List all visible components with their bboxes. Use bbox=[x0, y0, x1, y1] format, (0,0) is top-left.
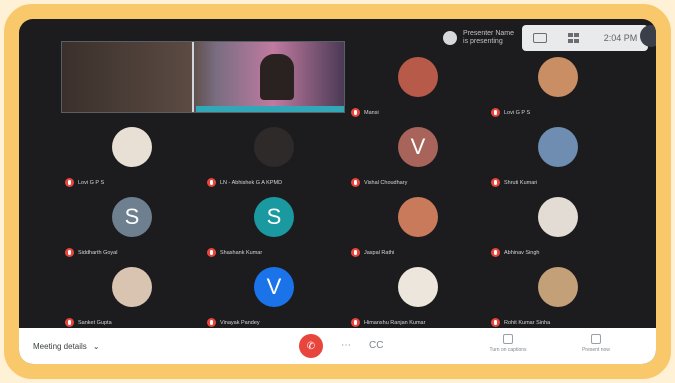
participant-nameplate: Shruti Kumari bbox=[491, 178, 537, 187]
participant-tile[interactable]: V Vishal Choudhary bbox=[347, 119, 489, 191]
mic-off-icon bbox=[207, 318, 216, 327]
participant-nameplate: Abhinav Singh bbox=[491, 248, 539, 257]
present-now-label: Present now bbox=[582, 347, 610, 353]
participant-name: Rohit Kumar Sinha bbox=[504, 319, 551, 326]
participant-nameplate: Himanshu Ranjan Kumar bbox=[351, 318, 425, 327]
participant-avatar bbox=[254, 127, 294, 167]
participant-nameplate: Vinayak Pandey bbox=[207, 318, 260, 327]
phone-icon: ✆ bbox=[306, 340, 316, 352]
mic-off-icon bbox=[65, 318, 74, 327]
mic-off-icon bbox=[351, 108, 360, 117]
mic-off-icon bbox=[207, 178, 216, 187]
participant-name: Mansi bbox=[364, 109, 379, 116]
captions-icon[interactable]: CC bbox=[369, 340, 383, 351]
shared-video-tile[interactable] bbox=[61, 41, 345, 113]
participant-nameplate: Jaspal Rathi bbox=[351, 248, 394, 257]
more-options-icon[interactable]: ⋯ bbox=[341, 340, 351, 351]
participant-avatar bbox=[538, 267, 578, 307]
participant-avatar bbox=[398, 267, 438, 307]
participant-avatar: V bbox=[398, 127, 438, 167]
captions-button[interactable]: Turn on captions bbox=[483, 334, 533, 353]
participant-name: Vinayak Pandey bbox=[220, 319, 260, 326]
participant-avatar: S bbox=[254, 197, 294, 237]
participant-name: Shruti Kumari bbox=[504, 179, 538, 186]
mic-off-icon bbox=[351, 178, 360, 187]
participant-name: LN - Abhishek G A KPMD bbox=[220, 179, 283, 186]
present-now-button[interactable]: Present now bbox=[571, 334, 621, 353]
participant-name: Vishal Choudhary bbox=[364, 179, 408, 186]
participant-nameplate: Sanket Gupta bbox=[65, 318, 112, 327]
participant-avatar bbox=[112, 127, 152, 167]
mic-off-icon bbox=[491, 178, 500, 187]
participant-nameplate: Vishal Choudhary bbox=[351, 178, 407, 187]
meeting-details-label: Meeting details bbox=[33, 341, 87, 351]
device-frame: Presenter Name is presenting 2:04 PM Man… bbox=[4, 4, 671, 379]
participant-avatar bbox=[398, 57, 438, 97]
participant-tile[interactable]: Shruti Kumari bbox=[487, 119, 629, 191]
participant-grid: Mansi Lovi G P S Lovi G P S LN - Abhishek G… bbox=[19, 19, 656, 331]
chevron-down-icon: ⌄ bbox=[92, 341, 100, 351]
present-icon bbox=[591, 334, 601, 344]
leave-call-button[interactable]: ✆ bbox=[299, 334, 323, 358]
participant-tile[interactable]: Lovi G P S bbox=[487, 49, 629, 121]
participant-name: Abhinav Singh bbox=[504, 249, 540, 256]
participant-avatar bbox=[538, 127, 578, 167]
participant-tile[interactable]: Lovi G P S bbox=[61, 119, 203, 191]
participant-tile[interactable]: S Shashank Kumar bbox=[203, 189, 345, 261]
participant-nameplate: Lovi G P S bbox=[65, 178, 104, 187]
participant-tile[interactable]: Mansi bbox=[347, 49, 489, 121]
video-person bbox=[260, 54, 294, 100]
participant-tile[interactable]: Sanket Gupta bbox=[61, 259, 203, 331]
participant-nameplate: Shashank Kumar bbox=[207, 248, 262, 257]
participant-tile[interactable]: LN - Abhishek G A KPMD bbox=[203, 119, 345, 191]
participant-nameplate: LN - Abhishek G A KPMD bbox=[207, 178, 282, 187]
participant-nameplate: Mansi bbox=[351, 108, 379, 117]
tile-divider bbox=[192, 42, 194, 112]
participant-avatar bbox=[538, 57, 578, 97]
mic-off-icon bbox=[207, 248, 216, 257]
participant-tile[interactable]: Abhinav Singh bbox=[487, 189, 629, 261]
mic-off-icon bbox=[491, 318, 500, 327]
participant-nameplate: Siddharth Goyal bbox=[65, 248, 117, 257]
captions-box-icon bbox=[503, 334, 513, 344]
bottom-bar: Meeting details ⌄ ✆ ⋯ CC Turn on caption… bbox=[19, 328, 656, 364]
mic-off-icon bbox=[65, 178, 74, 187]
mic-off-icon bbox=[65, 248, 74, 257]
participant-tile[interactable]: Himanshu Ranjan Kumar bbox=[347, 259, 489, 331]
participant-tile[interactable]: V Vinayak Pandey bbox=[203, 259, 345, 331]
mic-off-icon bbox=[491, 248, 500, 257]
meeting-details-button[interactable]: Meeting details ⌄ bbox=[33, 342, 100, 351]
participant-name: Himanshu Ranjan Kumar bbox=[364, 319, 426, 326]
participant-tile[interactable]: S Siddharth Goyal bbox=[61, 189, 203, 261]
captions-label: Turn on captions bbox=[489, 347, 527, 353]
meet-screen: Presenter Name is presenting 2:04 PM Man… bbox=[19, 19, 656, 364]
participant-name: Shashank Kumar bbox=[220, 249, 263, 256]
mic-off-icon bbox=[491, 108, 500, 117]
participant-avatar bbox=[538, 197, 578, 237]
participant-name: Siddharth Goyal bbox=[78, 249, 118, 256]
mic-off-icon bbox=[351, 248, 360, 257]
participant-name: Lovi G P S bbox=[504, 109, 531, 116]
participant-name: Sanket Gupta bbox=[78, 319, 112, 326]
participant-nameplate: Lovi G P S bbox=[491, 108, 530, 117]
participant-avatar: S bbox=[112, 197, 152, 237]
mic-off-icon bbox=[351, 318, 360, 327]
participant-name: Jaspal Rathi bbox=[364, 249, 395, 256]
participant-tile[interactable]: Rohit Kumar Sinha bbox=[487, 259, 629, 331]
participant-avatar bbox=[112, 267, 152, 307]
participant-avatar bbox=[398, 197, 438, 237]
participant-nameplate: Rohit Kumar Sinha bbox=[491, 318, 550, 327]
participant-name: Lovi G P S bbox=[78, 179, 105, 186]
participant-tile[interactable]: Jaspal Rathi bbox=[347, 189, 489, 261]
video-caption-strip bbox=[196, 106, 344, 112]
participant-avatar: V bbox=[254, 267, 294, 307]
